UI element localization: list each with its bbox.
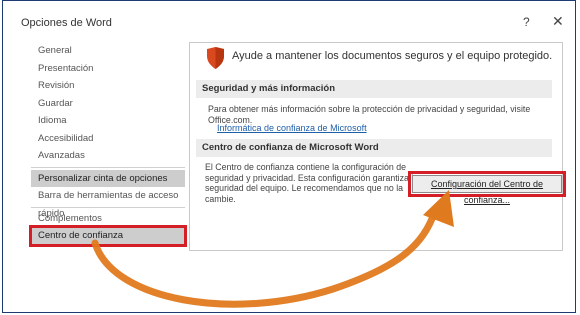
sidebar-item-revision[interactable]: Revisión [31,77,185,95]
sidebar-item-presentacion[interactable]: Presentación [31,60,185,78]
trusted-computing-link[interactable]: Informática de confianza de Microsoft [217,123,367,133]
page-headline: Ayude a mantener los documentos seguros … [232,50,553,62]
sidebar-divider [31,166,185,168]
sidebar-item-centro-confianza[interactable]: Centro de confianza [29,225,187,247]
trust-center-section-header: Centro de confianza de Microsoft Word [196,139,552,157]
trust-center-settings-button[interactable]: Configuración del Centro de confianza... [408,171,566,205]
sidebar-item-complementos[interactable]: Complementos [31,210,185,228]
trust-text-line: El Centro de confianza contiene la confi… [205,162,406,172]
trust-text-line: seguridad y privacidad. Esta configuraci… [205,172,419,183]
trust-center-panel: Ayude a mantener los documentos seguros … [189,42,566,251]
sidebar-item-avanzadas[interactable]: Avanzadas [31,147,185,165]
word-options-dialog: Opciones de Word ? ✕ General Presentació… [2,0,576,313]
shield-icon [207,47,224,69]
sidebar-item-accesibilidad[interactable]: Accesibilidad [31,130,185,148]
sidebar-item-idioma[interactable]: Idioma [31,112,185,130]
trust-center-section-text: El Centro de confianza contiene la confi… [205,162,418,204]
trust-center-settings-button-label: Configuración del Centro de confianza... [430,179,544,205]
sidebar-item-personalizar-cinta[interactable]: Personalizar cinta de opciones [31,169,185,187]
trust-text-line: seguridad del equipo. Le recomendamos qu… [205,183,404,193]
security-section-text: Para obtener más información sobre la pr… [208,104,531,125]
sidebar-item-general[interactable]: General [31,42,185,60]
sidebar-item-barra-acceso-rapido[interactable]: Barra de herramientas de acceso rápido [31,187,185,219]
trust-text-line: cambie. [205,193,236,204]
options-sidebar: General Presentación Revisión Guardar Id… [29,42,187,247]
sidebar-item-guardar[interactable]: Guardar [31,95,185,113]
close-icon[interactable]: ✕ [552,13,564,30]
security-section-header: Seguridad y más información [196,80,552,98]
help-icon[interactable]: ? [523,15,530,29]
dialog-title: Opciones de Word [21,17,112,29]
